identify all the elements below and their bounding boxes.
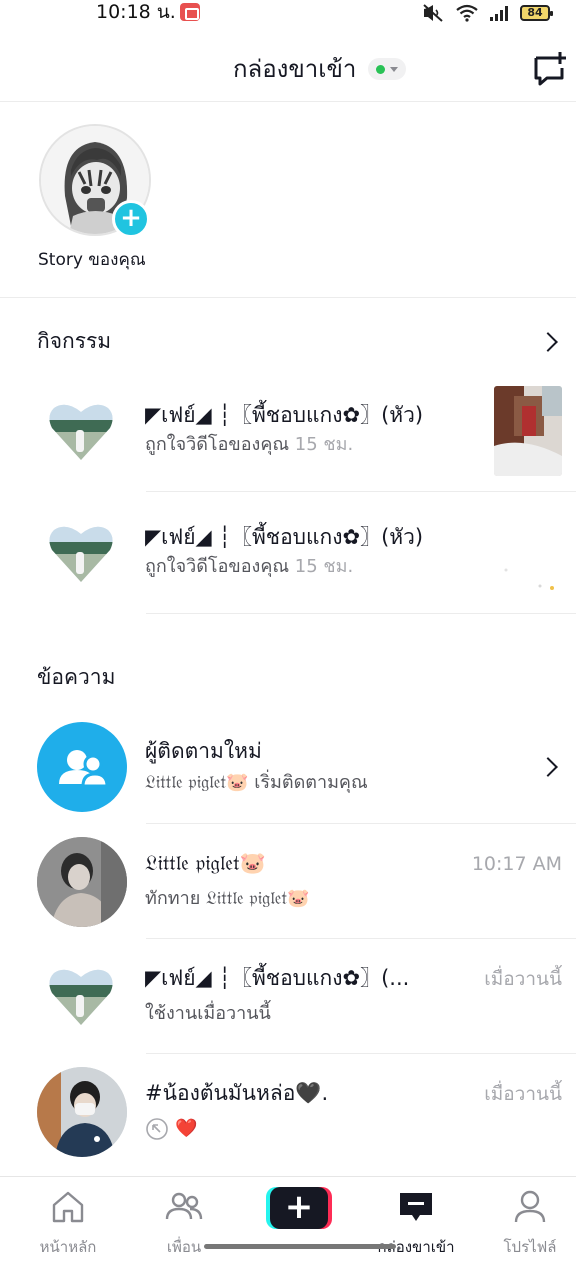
conversation-time: เมื่อวานนี้: [484, 1083, 562, 1105]
new-followers-chevron-right-icon: [538, 757, 558, 777]
story-section: + Story ของคุณ: [0, 102, 576, 298]
conversation-row[interactable]: #น้องต้นมันหล่อ🖤. ❤️ เมื่อวานนี้: [0, 1054, 576, 1170]
nav-friends[interactable]: เพื่อน: [134, 1185, 234, 1265]
mute-icon: [423, 4, 443, 22]
wifi-icon: [456, 4, 478, 22]
nav-inbox[interactable]: กล่องขาเข้า: [366, 1185, 466, 1265]
activity-action: ถูกใจวิดีโอของคุณ: [145, 434, 290, 455]
new-followers-subtitle: 𝔏𝔦𝔱𝔱𝔩𝔢 𝔭𝔦𝔤𝔩𝔢𝔱🐷 เริ่มติดตามคุณ: [145, 772, 368, 793]
conversation-row[interactable]: 𝔏𝔦𝔱𝔱𝔩𝔢 𝔭𝔦𝔤𝔩𝔢𝔱🐷 ทักทาย 𝔏𝔦𝔱𝔱𝔩𝔢 𝔭𝔦𝔤𝔩𝔢𝔱🐷 10:…: [0, 824, 576, 939]
online-status-toggle[interactable]: [368, 58, 407, 80]
screen-record-icon: [180, 3, 200, 21]
status-icons: 84: [422, 2, 553, 24]
conversation-time: 10:17 AM: [471, 853, 562, 875]
create-button[interactable]: +: [266, 1187, 332, 1229]
followers-icon: [59, 750, 109, 788]
conversation-preview: ใช้งานเมื่อวานนี้: [145, 1003, 271, 1024]
activity-title: กิจกรรม: [37, 329, 112, 353]
inbox-icon: [400, 1193, 432, 1221]
heart-avatar: [49, 404, 113, 461]
heart-avatar: [49, 526, 113, 583]
conversation-time: เมื่อวานนี้: [484, 968, 562, 990]
home-indicator[interactable]: [204, 1244, 396, 1249]
status-time: 10:18 น.: [96, 1, 176, 23]
add-story-button[interactable]: +: [112, 200, 150, 238]
activity-description: ถูกใจวิดีโอของคุณ 15 ชม.: [145, 554, 353, 580]
activity-time: 15 ชม.: [294, 434, 354, 455]
battery-icon: 84: [520, 5, 553, 21]
conversation-name: #น้องต้นมันหล่อ🖤.: [145, 1081, 329, 1105]
activity-user-name: ◤เฟย์◢ ┆〖พี้ชอบแกง✿〗(หัว): [145, 403, 424, 427]
nav-home[interactable]: หน้าหลัก: [18, 1185, 118, 1265]
status-bar: 10:18 น. 84: [0, 0, 576, 26]
activity-chevron-right-icon[interactable]: [538, 332, 558, 352]
conversation-preview: ❤️: [145, 1116, 197, 1142]
inbox-header: กล่องขาเข้า: [0, 36, 576, 102]
story-label: Story ของคุณ: [38, 250, 146, 270]
activity-description: ถูกใจวิดีโอของคุณ 15 ชม.: [145, 432, 353, 458]
activity-item[interactable]: ◤เฟย์◢ ┆〖พี้ชอบแกง✿〗(หัว) ถูกใจวิดีโอของ…: [0, 492, 576, 614]
messages-title: ข้อความ: [37, 665, 116, 689]
friends-icon: [165, 1192, 203, 1220]
activity-item[interactable]: ◤เฟย์◢ ┆〖พี้ชอบแกง✿〗(หัว) ถูกใจวิดีโอของ…: [0, 370, 576, 492]
activity-time: 15 ชม.: [294, 556, 354, 577]
page-title: กล่องขาเข้า: [233, 55, 357, 83]
chevron-down-icon: [390, 66, 399, 72]
conversation-name: ◤เฟย์◢ ┆〖พี้ชอบแกง✿〗(...: [145, 966, 410, 990]
new-followers-title: ผู้ติดตามใหม่: [145, 739, 262, 763]
nav-profile[interactable]: โปรไฟล์: [480, 1185, 576, 1265]
reply-arrow-icon: [146, 1118, 168, 1140]
nav-home-label: หน้าหลัก: [39, 1238, 97, 1256]
avatar: [37, 837, 127, 927]
video-thumbnail[interactable]: [494, 386, 562, 476]
conversation-preview: ทักทาย 𝔏𝔦𝔱𝔱𝔩𝔢 𝔭𝔦𝔤𝔩𝔢𝔱🐷: [145, 888, 310, 909]
activity-user-name: ◤เฟย์◢ ┆〖พี้ชอบแกง✿〗(หัว): [145, 525, 424, 549]
home-icon: [52, 1191, 84, 1223]
new-followers-row[interactable]: ผู้ติดตามใหม่ 𝔏𝔦𝔱𝔱𝔩𝔢 𝔭𝔦𝔤𝔩𝔢𝔱🐷 เริ่มติดตาม…: [0, 712, 576, 824]
conversation-preview-emoji: ❤️: [175, 1118, 198, 1139]
create-icon: +: [270, 1187, 328, 1229]
bottom-navigation: หน้าหลัก เพื่อน + กล่องขาเข้า โปรไฟล์: [0, 1176, 576, 1280]
conversation-row[interactable]: ◤เฟย์◢ ┆〖พี้ชอบแกง✿〗(... ใช้งานเมื่อวานน…: [0, 939, 576, 1054]
avatar: [37, 1067, 127, 1157]
new-followers-icon-circle: [37, 722, 127, 812]
conversation-name: 𝔏𝔦𝔱𝔱𝔩𝔢 𝔭𝔦𝔤𝔩𝔢𝔱🐷: [145, 851, 266, 875]
new-message-icon[interactable]: [530, 48, 570, 88]
activity-action: ถูกใจวิดีโอของคุณ: [145, 556, 290, 577]
profile-icon: [514, 1190, 546, 1223]
signal-icon: [490, 5, 508, 21]
online-status-dot: [376, 64, 386, 74]
video-thumbnail[interactable]: [494, 508, 562, 598]
heart-avatar: [49, 969, 113, 1026]
header-title-group[interactable]: กล่องขาเข้า: [233, 52, 407, 86]
nav-profile-label: โปรไฟล์: [503, 1238, 557, 1256]
